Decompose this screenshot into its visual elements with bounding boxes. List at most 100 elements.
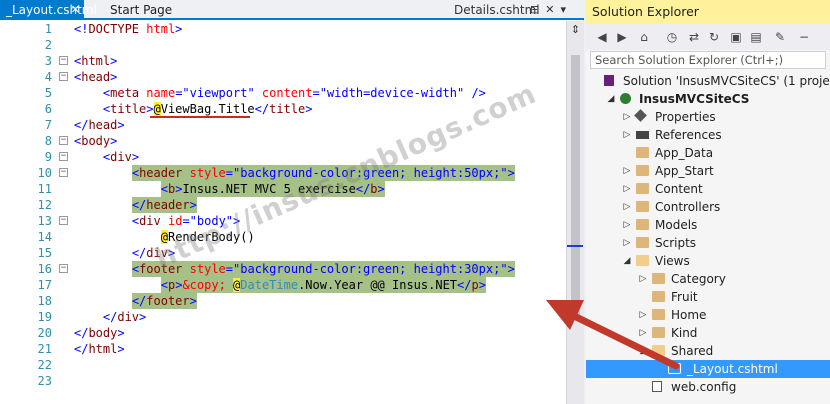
collapse-icon[interactable]: − <box>59 56 68 65</box>
expand-icon[interactable]: ▷ <box>622 180 632 198</box>
tree-item[interactable]: ▷ Scripts <box>586 234 830 252</box>
code-line[interactable]: 8− <body> <box>0 133 566 149</box>
expand-icon[interactable]: ▷ <box>638 324 648 342</box>
code-line[interactable]: 1 <!DOCTYPE html> <box>0 21 566 37</box>
expand-icon[interactable]: ▷ <box>622 162 632 180</box>
collapse-all-icon[interactable]: ▣ <box>728 29 744 45</box>
collapse-icon[interactable]: ◢ <box>622 252 632 270</box>
code-line[interactable]: 18 </footer> <box>0 293 566 309</box>
code-token: head <box>88 118 118 132</box>
code-text: <head> <box>74 69 117 85</box>
code-token: < <box>131 214 140 228</box>
code-token: > <box>377 182 385 196</box>
properties-icon[interactable]: ✎ <box>772 29 788 45</box>
code-line[interactable]: 3− <html> <box>0 53 566 69</box>
code-line[interactable]: 20 </body> <box>0 325 566 341</box>
expand-icon[interactable]: ▷ <box>622 234 632 252</box>
tree-item[interactable]: ▷ Category <box>586 270 830 288</box>
vertical-scrollbar[interactable]: ⇕ <box>566 21 584 404</box>
search-input[interactable]: Search Solution Explorer (Ctrl+;) <box>590 51 826 69</box>
config-file-icon <box>652 381 662 392</box>
folder-open-icon <box>636 255 649 266</box>
expand-icon[interactable]: ▷ <box>638 306 648 324</box>
close-icon[interactable]: ✕ <box>71 0 80 20</box>
back-icon[interactable]: ◀ <box>594 29 610 45</box>
code-token: "viewport" <box>182 86 255 100</box>
code-line[interactable]: 2 <box>0 37 566 53</box>
code-line[interactable]: 4− <head> <box>0 69 566 85</box>
folder-icon <box>636 165 649 176</box>
code-token: head <box>81 70 111 84</box>
expand-icon[interactable]: ▷ <box>622 126 632 144</box>
solution-explorer-panel: Solution Explorer ◀ ▶ ⌂ ◷ ⇄ ↻ ▣ ▤ ✎ − Se… <box>586 0 830 404</box>
expand-icon[interactable]: ▷ <box>622 216 632 234</box>
line-number: 10 <box>37 166 52 180</box>
forward-icon[interactable]: ▶ <box>614 29 630 45</box>
collapse-icon[interactable]: − <box>59 72 68 81</box>
tree-item[interactable]: Solution 'InsusMVCSiteCS' (1 project) <box>586 72 830 90</box>
sync-icon[interactable]: ⇄ <box>686 29 702 45</box>
close-icon[interactable]: ✕ <box>545 3 554 16</box>
tree-item-label: Content <box>655 182 703 196</box>
collapse-icon[interactable]: − <box>59 168 68 177</box>
collapse-icon[interactable]: − <box>59 264 68 273</box>
tree-item[interactable]: ▷ Content <box>586 180 830 198</box>
pin-icon[interactable]: ⊟ <box>530 3 539 16</box>
code-text: <body> <box>74 133 117 149</box>
collapse-icon[interactable]: − <box>59 136 68 145</box>
collapse-icon[interactable]: ◢ <box>638 342 648 360</box>
code-token: > <box>110 70 118 84</box>
scrollbar-thumb[interactable] <box>571 55 580 317</box>
tree-item[interactable]: App_Data <box>586 144 830 162</box>
code-line[interactable]: 22 <box>0 357 566 373</box>
code-token: div <box>110 150 132 164</box>
minus-icon[interactable]: − <box>796 29 812 45</box>
code-token: title <box>110 102 147 116</box>
code-line[interactable]: 21 </html> <box>0 341 566 357</box>
show-files-icon[interactable]: ▤ <box>748 29 764 45</box>
tree-item[interactable]: _Layout.cshtml <box>586 360 830 378</box>
tree-item[interactable]: ▷ Home <box>586 306 830 324</box>
code-line[interactable]: 14 @RenderBody() <box>0 229 566 245</box>
tree-item[interactable]: ▷ Kind <box>586 324 830 342</box>
code-text: </header> <box>131 197 197 213</box>
code-token: footer <box>146 294 190 308</box>
tree-item[interactable]: ▷ Controllers <box>586 198 830 216</box>
line-number: 5 <box>44 86 52 100</box>
code-line[interactable]: 23 <box>0 373 566 389</box>
tree-item[interactable]: ▷ Models <box>586 216 830 234</box>
tree-item[interactable]: web.config <box>586 378 830 396</box>
code-token: < <box>160 182 168 196</box>
expand-icon[interactable]: ▷ <box>622 108 632 126</box>
code-line[interactable]: 15 </div> <box>0 245 566 261</box>
code-text: <meta name="viewport" content="width=dev… <box>103 85 486 101</box>
code-line[interactable]: 9− <div> <box>0 149 566 165</box>
code-line[interactable]: 16− <footer style="background-color:green… <box>0 261 566 277</box>
tree-item[interactable]: ▷ App_Start <box>586 162 830 180</box>
code-token: body <box>88 326 118 340</box>
tree-item[interactable]: ◢ InsusMVCSiteCS <box>586 90 830 108</box>
refresh-icon[interactable]: ↻ <box>706 29 722 45</box>
expand-icon[interactable]: ▷ <box>638 270 648 288</box>
tab-actions: ⊟ ✕ ▾ <box>530 0 572 20</box>
code-token: > <box>117 118 125 132</box>
collapse-icon[interactable]: − <box>59 216 68 225</box>
tree-item[interactable]: ▷ Properties <box>586 108 830 126</box>
tree-item[interactable]: ◢ Shared <box>586 342 830 360</box>
tab-layout-cshtml[interactable]: _Layout.cshtml ✕ <box>0 0 97 20</box>
expand-icon[interactable]: ▷ <box>622 198 632 216</box>
tree-item[interactable]: Fruit <box>586 288 830 306</box>
code-line[interactable]: 10− <header style="background-color:green… <box>0 165 566 181</box>
tab-start-page[interactable]: Start Page <box>104 0 178 20</box>
code-line[interactable]: 19 </div> <box>0 309 566 325</box>
history-icon[interactable]: ◷ <box>664 29 680 45</box>
collapse-icon[interactable]: ◢ <box>606 90 616 108</box>
split-icon[interactable]: ⇕ <box>569 23 582 37</box>
home-icon[interactable]: ⌂ <box>636 29 652 45</box>
collapse-icon[interactable]: − <box>59 152 68 161</box>
dropdown-icon[interactable]: ▾ <box>560 3 566 16</box>
tree-item[interactable]: ◢ Views <box>586 252 830 270</box>
code-line[interactable]: 17 <p>&copy; @DateTime.Now.Year @@ Insus.… <box>0 277 566 293</box>
tree-item[interactable]: ▷ References <box>586 126 830 144</box>
